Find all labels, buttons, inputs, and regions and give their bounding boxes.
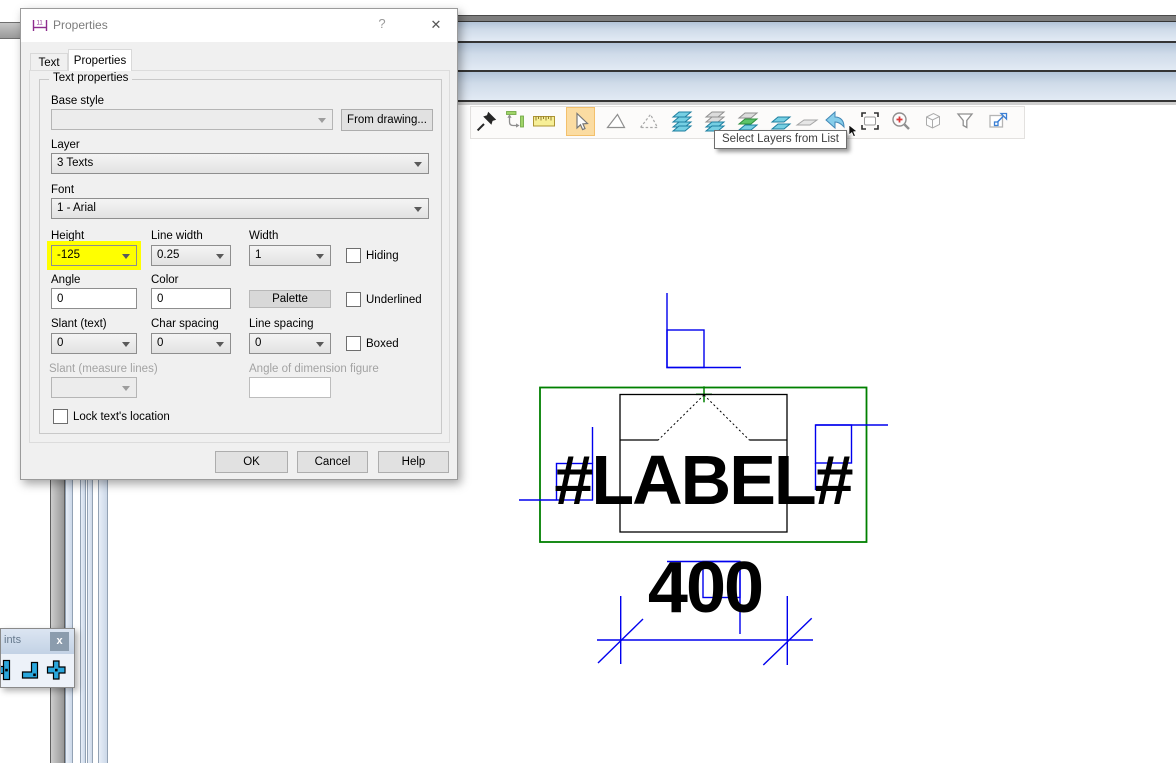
line-spacing-label: Line spacing [249,318,314,330]
dialog-titlebar[interactable]: 11 Properties ? ✕ [21,9,457,42]
boxed-checkbox[interactable]: Boxed [346,336,399,351]
width-combo[interactable]: 1 [249,245,331,266]
checkbox-box[interactable] [346,292,361,307]
palette-button[interactable]: Palette [249,290,331,308]
layer-combo[interactable]: 3 Texts [51,153,429,174]
checkbox-box[interactable] [346,248,361,263]
chevron-down-icon [414,162,422,167]
slant-text-combo[interactable]: 0 [51,333,137,354]
cube-icon[interactable] [917,107,946,136]
junction-tee-icon[interactable] [0,658,18,682]
filter-icon[interactable] [950,107,979,136]
checkbox-box[interactable] [346,336,361,351]
slant-measure-combo [51,377,137,398]
ruler-icon[interactable] [529,107,558,136]
points-panel: ints x [0,628,75,688]
chevron-down-icon [122,254,130,259]
tab-properties[interactable]: Properties [68,49,132,71]
line-width-label: Line width [151,230,203,242]
junction-elbow-icon[interactable] [19,658,43,682]
angle-label: Angle [51,274,80,286]
dimension-icon: 11 [31,18,49,33]
cad-label-text[interactable]: #LABEL# [552,444,854,516]
chevron-down-icon [216,342,224,347]
slant-text-label: Slant (text) [51,318,107,330]
font-combo[interactable]: 1 - Arial [51,198,429,219]
help-button[interactable]: Help [378,451,449,473]
triangle-icon[interactable] [601,107,630,136]
triangle-dashed-icon[interactable] [634,107,663,136]
slant-measure-label: Slant (measure lines) [49,363,158,375]
from-drawing-button[interactable]: From drawing... [341,109,433,131]
svg-text:11: 11 [37,21,44,27]
chevron-down-icon [122,386,130,391]
help-icon[interactable]: ? [369,16,395,36]
chevron-down-icon [318,118,326,123]
close-icon[interactable]: x [50,632,69,651]
angle-input[interactable] [51,288,137,309]
chevron-down-icon [316,254,324,259]
height-label: Height [51,230,84,242]
hiding-checkbox[interactable]: Hiding [346,248,399,263]
points-panel-titlebar[interactable]: ints x [1,629,74,654]
line-width-combo[interactable]: 0.25 [151,245,231,266]
tooltip: Select Layers from List [714,130,847,149]
underlined-checkbox[interactable]: Underlined [346,292,422,307]
color-label: Color [151,274,178,286]
color-input[interactable] [151,288,231,309]
checkbox-box[interactable] [53,409,68,424]
angle-dim-label: Angle of dimension figure [249,363,379,375]
lock-location-checkbox[interactable]: Lock text's location [53,409,170,424]
line-spacing-combo[interactable]: 0 [249,333,331,354]
height-combo[interactable]: -125 [51,245,137,266]
angle-dim-input[interactable] [249,377,331,398]
char-spacing-combo[interactable]: 0 [151,333,231,354]
layer-label: Layer [51,139,80,151]
group-title: Text properties [49,72,132,84]
zoom-in-icon[interactable] [886,107,915,136]
app-root: { "dialog": { "title": "Properties", "he… [0,0,1176,763]
close-icon[interactable]: ✕ [421,14,451,36]
width-label: Width [249,230,278,242]
chevron-down-icon [414,207,422,212]
chevron-down-icon [316,342,324,347]
dialog-title: Properties [53,18,108,32]
properties-dialog: 11 Properties ? ✕ Text Properties Text p… [20,8,458,480]
mouse-cursor-icon [847,124,861,138]
cancel-button[interactable]: Cancel [297,451,368,473]
select-cursor-icon[interactable] [566,107,595,136]
blue-corner-marker [667,293,741,368]
font-label: Font [51,184,74,196]
pin-icon[interactable] [472,107,501,136]
junction-cross-icon[interactable] [44,658,68,682]
tab-text[interactable]: Text [30,53,68,71]
points-panel-title: ints [4,634,21,646]
chevron-down-icon [122,342,130,347]
layers-all-icon[interactable] [667,107,696,136]
chevron-down-icon [216,254,224,259]
export-view-icon[interactable] [984,107,1013,136]
measure-step-icon[interactable] [500,107,529,136]
base-style-combo[interactable] [51,109,333,130]
char-spacing-label: Char spacing [151,318,219,330]
ok-button[interactable]: OK [215,451,288,473]
cad-dimension-text[interactable]: 400 [645,551,765,625]
base-style-label: Base style [51,95,104,107]
